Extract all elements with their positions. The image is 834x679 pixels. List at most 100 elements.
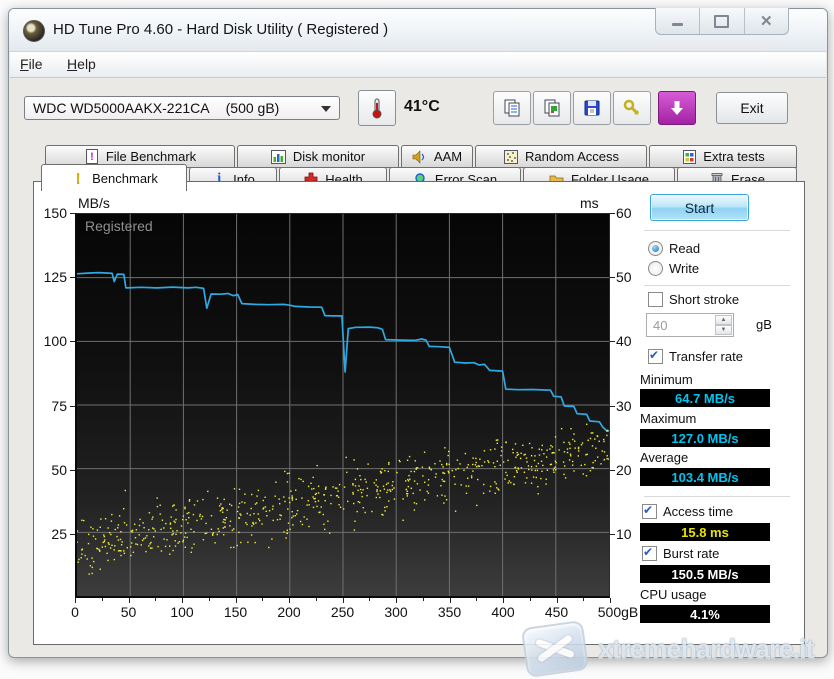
- svg-text:!: !: [90, 151, 94, 163]
- short-stroke-checkbox[interactable]: [648, 292, 663, 307]
- access-time-value-box: 15.8 ms: [640, 523, 770, 541]
- tab-disk-monitor[interactable]: Disk monitor: [237, 145, 399, 168]
- close-button[interactable]: ✕: [745, 8, 788, 34]
- axis-tick-mark: [556, 598, 558, 603]
- short-stroke-row[interactable]: Short stroke: [648, 292, 739, 307]
- minimum-label: Minimum: [640, 372, 693, 387]
- menu-bar: File Help: [10, 52, 826, 78]
- options-button[interactable]: [613, 91, 651, 125]
- tab-extra-tests[interactable]: Extra tests: [649, 145, 797, 168]
- axis-tick-mark: [155, 598, 157, 601]
- axis-tick-mark: [70, 405, 75, 407]
- chart-canvas: [77, 214, 609, 596]
- axis-tick-label: 125: [43, 269, 67, 286]
- axis-tick-mark: [101, 598, 103, 601]
- extra-tests-icon: [681, 149, 697, 165]
- axis-tick-label: 50: [51, 461, 67, 478]
- axis-tick-mark: [610, 598, 611, 603]
- copy-image-button[interactable]: [533, 91, 571, 125]
- axis-tick-mark: [70, 533, 75, 535]
- read-label: Read: [669, 241, 701, 256]
- axis-tick-mark: [315, 598, 317, 601]
- write-radio[interactable]: [648, 261, 663, 276]
- write-radio-row[interactable]: Write: [648, 261, 699, 276]
- registered-watermark: Registered: [85, 218, 153, 234]
- access-time-row[interactable]: Access time: [642, 503, 733, 519]
- menu-file[interactable]: File: [10, 52, 53, 76]
- axis-tick-label: 100: [43, 333, 67, 350]
- tab-random-access[interactable]: Random Access: [475, 145, 647, 168]
- access-time-checkbox[interactable]: [642, 503, 657, 519]
- y-left-unit-label: MB/s: [78, 195, 110, 211]
- download-arrow-icon: [671, 101, 683, 115]
- axis-tick-mark: [610, 405, 615, 407]
- thermometer-icon: [372, 98, 382, 119]
- axis-tick-mark: [610, 213, 615, 214]
- read-radio-row[interactable]: Read: [648, 241, 700, 256]
- tab-label: Disk monitor: [292, 149, 366, 164]
- maximize-button[interactable]: [700, 8, 745, 34]
- burst-rate-row[interactable]: Burst rate: [642, 545, 719, 561]
- axis-tick-label: 150: [223, 604, 248, 620]
- transfer-rate-row[interactable]: Transfer rate: [648, 348, 743, 364]
- maximize-icon: [714, 14, 730, 28]
- download-button[interactable]: [658, 91, 696, 125]
- cpu-usage-label: CPU usage: [640, 587, 707, 602]
- benchmark-chart: Registered: [75, 213, 610, 598]
- average-value-box: 103.4 MB/s: [640, 468, 770, 486]
- copy-text-button[interactable]: [493, 91, 531, 125]
- save-icon: [584, 100, 600, 116]
- title-bar[interactable]: HD Tune Pro 4.60 - Hard Disk Utility ( R…: [9, 8, 827, 52]
- axis-tick-mark: [583, 598, 585, 601]
- axis-tick-mark: [128, 598, 130, 603]
- chevron-down-icon: [321, 106, 331, 112]
- toolbar: WDC WD5000AAKX-221CA (500 gB) 41°C Exit: [10, 78, 826, 134]
- burst-rate-value-box: 150.5 MB/s: [640, 565, 770, 583]
- save-button[interactable]: [573, 91, 611, 125]
- short-stroke-size-input[interactable]: 40 ▲ ▼: [646, 313, 734, 337]
- screen: HD Tune Pro 4.60 - Hard Disk Utility ( R…: [0, 0, 834, 679]
- spin-down-button[interactable]: ▼: [715, 325, 732, 335]
- minimum-value-box: 64.7 MB/s: [640, 389, 770, 407]
- temperature-button[interactable]: [358, 90, 396, 126]
- axis-tick-mark: [610, 341, 615, 343]
- random-access-icon: [503, 149, 519, 165]
- axis-tick-mark: [235, 598, 237, 603]
- axis-tick-label: 50: [120, 604, 137, 620]
- menu-help[interactable]: Help: [57, 52, 106, 76]
- tab-aam[interactable]: AAM: [401, 145, 473, 168]
- minimize-button[interactable]: [656, 8, 701, 34]
- window-controls: ✕: [655, 8, 789, 35]
- read-radio[interactable]: [648, 241, 663, 256]
- y-right-unit-label: ms: [580, 195, 599, 211]
- speaker-icon: [412, 149, 428, 165]
- cpu-usage-value-box: 4.1%: [640, 605, 770, 623]
- average-label: Average: [640, 450, 689, 465]
- maximum-value: 127.0 MB/s: [671, 430, 739, 446]
- close-icon: ✕: [760, 12, 773, 30]
- separator: [644, 230, 790, 231]
- transfer-rate-checkbox[interactable]: [648, 348, 663, 364]
- axis-tick-label: 200: [277, 604, 301, 620]
- axis-tick-mark: [289, 598, 290, 603]
- drive-select[interactable]: WDC WD5000AAKX-221CA (500 gB): [24, 96, 340, 120]
- tab-benchmark[interactable]: ! Benchmark: [41, 164, 187, 191]
- temperature-value: 41°C: [404, 98, 440, 115]
- start-button[interactable]: Start: [650, 194, 749, 221]
- gb-unit-label: gB: [756, 317, 772, 332]
- axis-tick-mark: [70, 469, 75, 471]
- axis-tick-label: 400: [491, 604, 515, 620]
- transfer-rate-label: Transfer rate: [669, 349, 743, 364]
- axis-tick-mark: [70, 277, 75, 279]
- axis-tick-label: 30: [616, 397, 632, 414]
- axis-tick-label: 75: [51, 397, 67, 414]
- axis-tick-label: 0: [71, 604, 79, 620]
- exit-button[interactable]: Exit: [716, 92, 788, 124]
- tab-label: Extra tests: [703, 149, 765, 164]
- axis-tick-label: 60: [616, 205, 632, 221]
- average-value: 103.4 MB/s: [671, 469, 739, 485]
- axis-tick-mark: [369, 598, 371, 601]
- axis-tick-mark: [449, 598, 451, 603]
- spin-up-button[interactable]: ▲: [715, 315, 732, 325]
- burst-rate-checkbox[interactable]: [642, 545, 657, 561]
